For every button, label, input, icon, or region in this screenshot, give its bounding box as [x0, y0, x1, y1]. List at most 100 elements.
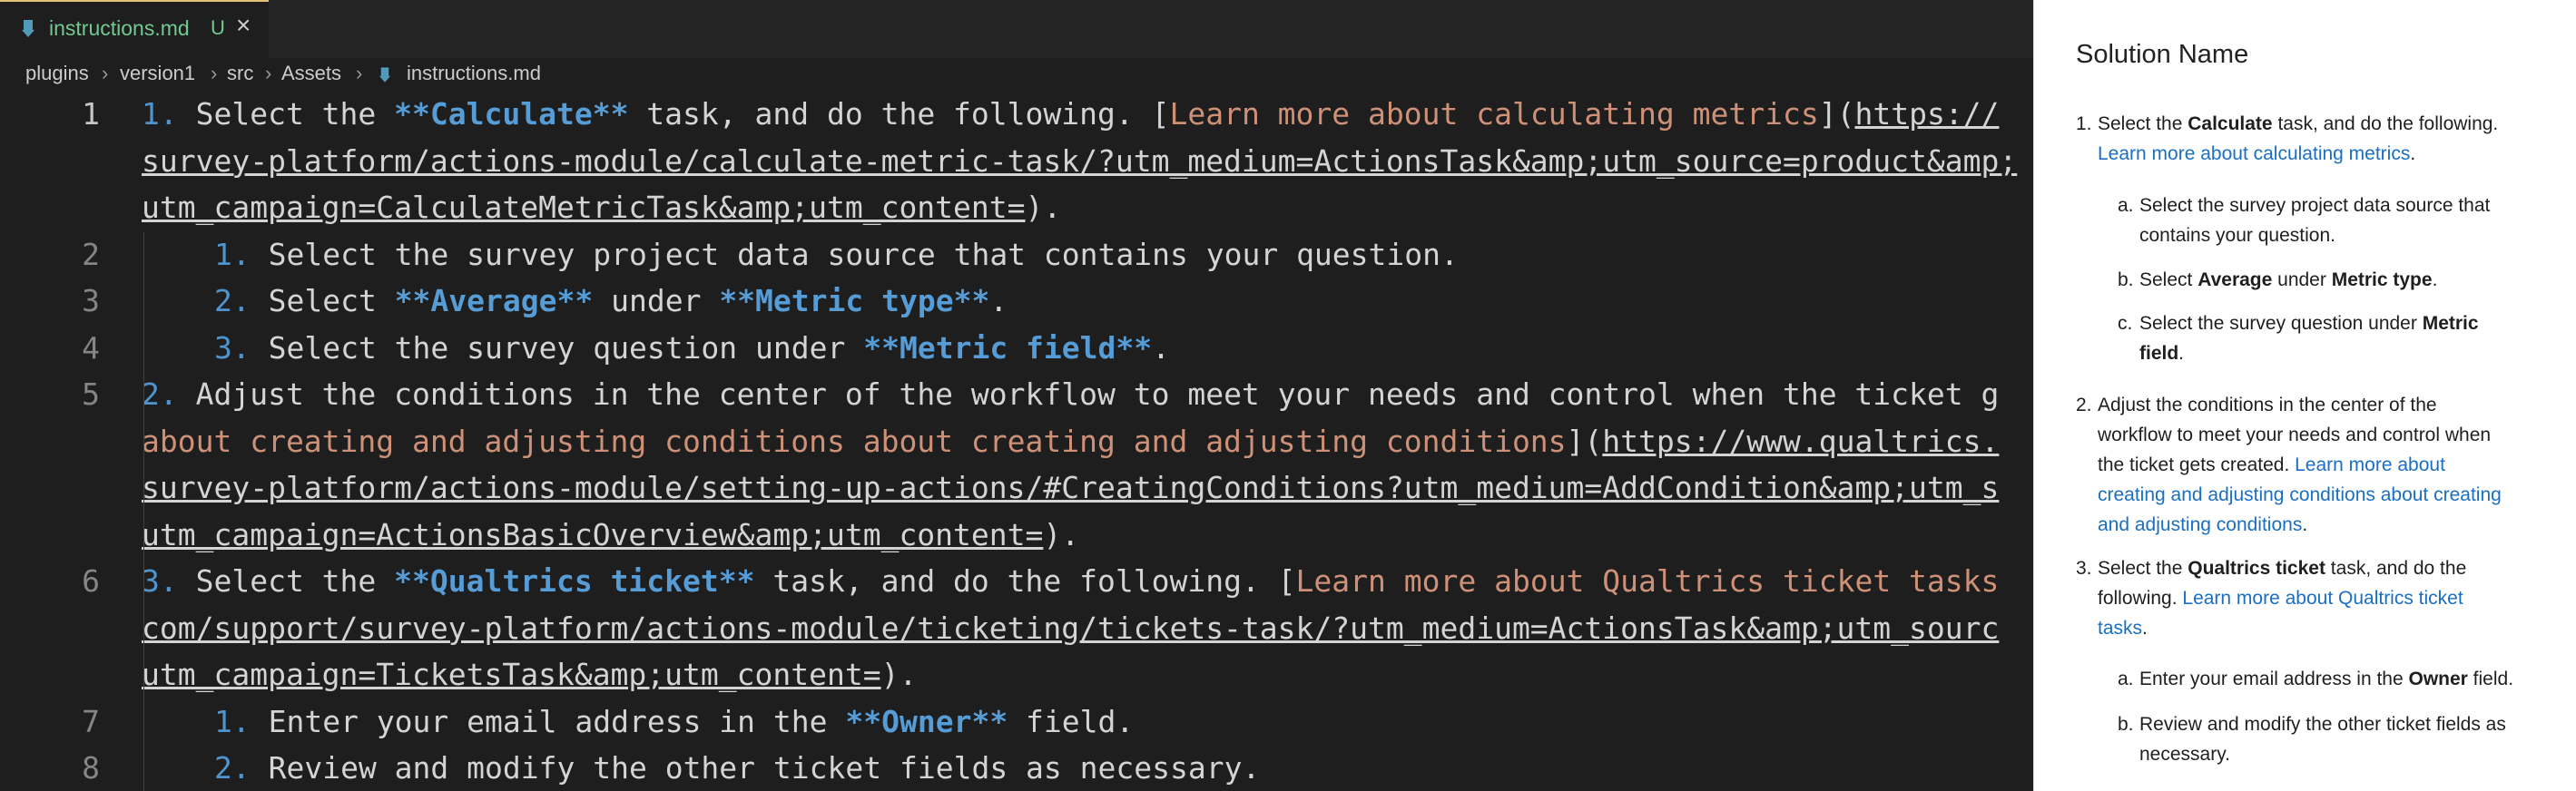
line-text: survey-platform/actions-module/calculate… — [142, 138, 2017, 185]
list-marker: 1. — [214, 236, 269, 272]
code-line[interactable]: 6 3. Select the **Qualtrics ticket** task… — [0, 558, 2033, 605]
preview-link[interactable]: Learn more about Qualtrics ticket — [2182, 588, 2463, 609]
plain-text: Review and modify the other ticket field… — [268, 750, 1261, 786]
code-line[interactable]: 2 1. Select the survey project data sourc… — [0, 231, 2033, 278]
plain-text: Adjust the conditions in the center of t… — [195, 376, 2000, 412]
plain-text: necessary. — [2139, 744, 2230, 765]
plain-text: . — [1152, 329, 1171, 366]
link-text: Learn more about calculating metrics — [1169, 96, 1819, 132]
bold-text: Owner — [2408, 669, 2468, 689]
code-editor[interactable]: instructions.md U × plugins › version1 ›… — [0, 0, 2033, 791]
bold-text: Metric type — [2331, 269, 2433, 290]
breadcrumb-item-file[interactable]: instructions.md — [407, 62, 541, 85]
bold-markup: **Metric field** — [863, 329, 1153, 366]
line-text: 2. Select **Average** under **Metric typ… — [214, 278, 1008, 325]
text-line: contains your question. — [2139, 220, 2490, 250]
breadcrumb-item-assets[interactable]: Assets — [281, 62, 341, 85]
line-text: 3. Select the survey question under **Me… — [214, 325, 1170, 372]
markdown-file-icon — [379, 67, 390, 83]
code-line[interactable]: 1 1. Select the **Calculate** task, and d… — [0, 91, 2033, 138]
list-marker: 3. — [142, 563, 196, 599]
code-line[interactable]: utm_campaign=ActionsBasicOverview&amp;ut… — [0, 512, 2033, 559]
chevron-right-icon: › — [356, 62, 363, 84]
list-marker: b. — [2118, 269, 2134, 290]
plain-text: task, and do the — [2325, 558, 2467, 579]
breadcrumb-item-version1[interactable]: version1 — [120, 62, 195, 85]
plain-text: Select the — [2098, 113, 2188, 134]
text-line: field. — [2139, 338, 2479, 368]
plain-text: . — [989, 283, 1008, 318]
line-number: 6 — [82, 563, 100, 599]
code-line[interactable]: utm_campaign=CalculateMetricTask&amp;utm… — [0, 184, 2033, 231]
line-text: 2. Review and modify the other ticket fi… — [214, 745, 1260, 791]
plain-text: Select the survey project data source th… — [268, 236, 1459, 272]
bold-text: Metric — [2422, 313, 2479, 334]
markdown-file-icon — [22, 20, 34, 37]
list-marker: 2. — [214, 283, 269, 318]
code-line[interactable]: about creating and adjusting conditions … — [0, 418, 2033, 465]
list-marker: 2. — [142, 376, 196, 412]
plain-text: Review and modify the other ticket field… — [2139, 714, 2506, 735]
code-line[interactable]: 8 2. Review and modify the other ticket f… — [0, 745, 2033, 791]
plain-text: Select — [268, 283, 395, 318]
chevron-right-icon: › — [211, 62, 218, 84]
plain-text: ). — [1043, 516, 1080, 552]
text-line: following. Learn more about Qualtrics ti… — [2098, 583, 2466, 613]
code-line[interactable]: 7 1. Enter your email address in the **Ow… — [0, 698, 2033, 746]
preview-link[interactable]: and adjusting conditions — [2098, 514, 2302, 535]
plain-text: following. — [2098, 588, 2183, 609]
text-line: workflow to meet your needs and control … — [2098, 420, 2502, 450]
preview-link[interactable]: Learn more about calculating metrics — [2098, 143, 2410, 164]
text-line: tasks. — [2098, 613, 2466, 643]
list-marker: b. — [2118, 714, 2134, 735]
line-text: com/support/survey-platform/actions-modu… — [142, 605, 1999, 652]
code-line[interactable]: survey-platform/actions-module/setting-u… — [0, 464, 2033, 512]
code-line[interactable]: 5 2. Adjust the conditions in the center … — [0, 371, 2033, 418]
plain-text: Select — [2139, 269, 2198, 290]
list-item-text: Enter your email address in the Owner fi… — [2139, 664, 2513, 694]
url-text: survey-platform/actions-module/calculate… — [142, 142, 2018, 179]
code-line[interactable]: 4 3. Select the survey question under **M… — [0, 325, 2033, 372]
text-line: Select the survey question under Metric — [2139, 308, 2479, 338]
markdown-preview-panel[interactable]: Solution Name 1. Select the Calculate tas… — [2033, 0, 2576, 791]
list-marker: 1. — [142, 96, 196, 132]
code-line[interactable]: utm_campaign=TicketsTask&amp;utm_content… — [0, 651, 2033, 698]
code-line[interactable]: 3 2. Select **Average** under **Metric ty… — [0, 278, 2033, 325]
list-marker: 1. — [2076, 113, 2092, 134]
url-text: utm_campaign=TicketsTask&amp;utm_content… — [142, 657, 881, 692]
line-text: about creating and adjusting conditions … — [142, 418, 1999, 465]
breadcrumb-item-plugins[interactable]: plugins — [25, 62, 89, 85]
code-line[interactable]: survey-platform/actions-module/calculate… — [0, 138, 2033, 185]
text-line: Review and modify the other ticket field… — [2139, 709, 2506, 739]
list-marker: 3. — [214, 329, 269, 366]
bold-text: field — [2139, 343, 2179, 364]
list-item-text: Select the survey question under Metric f… — [2139, 308, 2479, 368]
preview-link[interactable]: creating and adjusting conditions about … — [2098, 484, 2502, 505]
plain-text: Select the — [2098, 558, 2188, 579]
plain-text: Select the survey project data source th… — [2139, 195, 2491, 216]
plain-text: . — [2410, 143, 2416, 164]
plain-text: . — [2178, 343, 2185, 364]
list-marker: 2. — [214, 750, 269, 786]
list-item-text: Select the Qualtrics ticket task, and do… — [2098, 553, 2466, 643]
line-text: utm_campaign=ActionsBasicOverview&amp;ut… — [142, 512, 1079, 559]
line-number: 2 — [82, 236, 100, 272]
text-line: the ticket gets created. Learn more abou… — [2098, 450, 2502, 480]
list-marker: a. — [2118, 669, 2134, 689]
code-line[interactable]: com/support/survey-platform/actions-modu… — [0, 605, 2033, 652]
text-line: Select the Qualtrics ticket task, and do… — [2098, 553, 2466, 583]
tab-instructions-md[interactable]: instructions.md U × — [0, 0, 269, 58]
list-marker: 1. — [214, 703, 269, 739]
bold-markup: **Owner** — [845, 703, 1008, 739]
plain-text: Enter your email address in the — [268, 703, 846, 739]
line-number: 1 — [82, 96, 100, 132]
bold-markup: **Average** — [394, 283, 594, 318]
breadcrumb-item-src[interactable]: src — [227, 62, 253, 85]
preview-link[interactable]: Learn more about — [2295, 454, 2445, 475]
close-icon[interactable]: × — [236, 13, 251, 38]
preview-link[interactable]: tasks — [2098, 618, 2142, 639]
plain-text: ). — [880, 657, 918, 692]
plain-text: task, and do the following. [ — [754, 563, 1296, 599]
plain-text: under — [2272, 269, 2332, 290]
text-line: Select the Calculate task, and do the fo… — [2098, 109, 2498, 139]
